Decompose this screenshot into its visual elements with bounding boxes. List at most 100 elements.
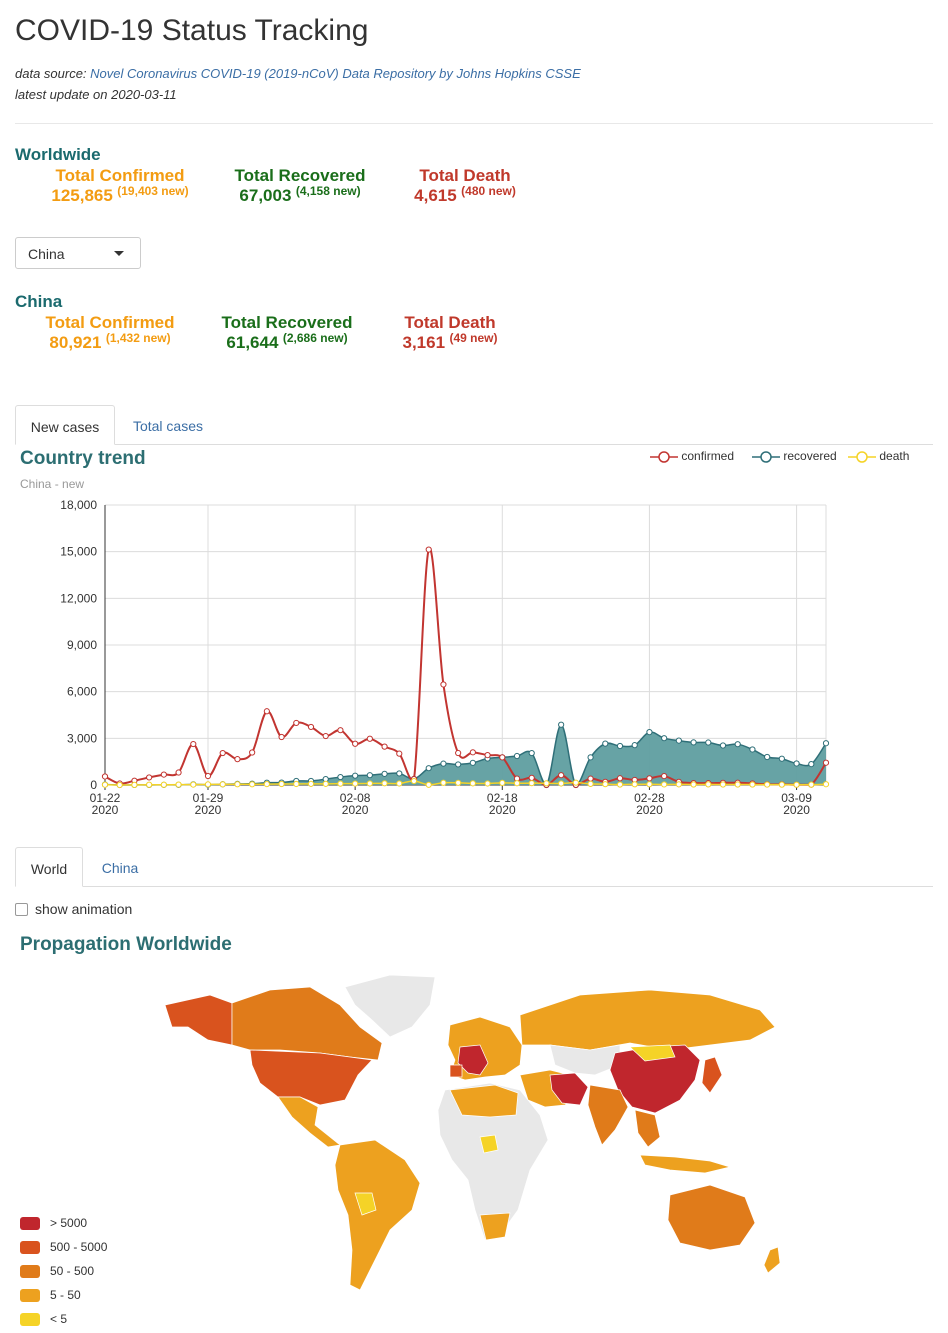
- tab-china[interactable]: China: [86, 847, 154, 887]
- death-point: [778, 781, 785, 788]
- map-region-central-asia[interactable]: [549, 1044, 621, 1076]
- legend-swatch: [20, 1241, 40, 1255]
- trend-chart: 03,0006,0009,00012,00015,00018,00001-222…: [60, 498, 830, 817]
- map-region-spain[interactable]: [449, 1064, 463, 1078]
- legend-confirmed[interactable]: confirmed: [650, 449, 734, 463]
- legend-recovered-marker: [752, 451, 780, 463]
- map-legend-label: 50 - 500: [50, 1264, 95, 1278]
- death-point: [661, 781, 668, 788]
- legend-recovered[interactable]: recovered: [752, 449, 837, 463]
- map-legend-label: > 5000: [50, 1216, 88, 1230]
- country-heading: China: [15, 292, 63, 311]
- world-map[interactable]: [150, 965, 790, 1310]
- country-select[interactable]: China: [15, 237, 141, 269]
- recovered-point: [381, 770, 388, 777]
- recovered-point: [425, 765, 432, 772]
- recovered-label: Total Recovered: [221, 313, 353, 332]
- legend-death[interactable]: death: [848, 449, 909, 463]
- death-point: [558, 780, 565, 787]
- death-point: [307, 780, 315, 787]
- death-point: [690, 781, 697, 788]
- confirmed-point: [366, 735, 373, 742]
- y-tick-label: 15,000: [60, 545, 97, 559]
- confirmed-point: [616, 775, 624, 782]
- death-point: [410, 777, 418, 785]
- map-legend-item[interactable]: < 5: [20, 1312, 68, 1327]
- recovered-point: [513, 752, 521, 760]
- confirmed-point: [440, 681, 447, 688]
- map-legend-item[interactable]: 5 - 50: [20, 1288, 81, 1303]
- recovered-point: [690, 739, 697, 746]
- map-region-alaska[interactable]: [164, 994, 233, 1046]
- death-point: [425, 781, 432, 788]
- map-region-new-zealand[interactable]: [763, 1246, 781, 1274]
- y-tick-label: 9,000: [67, 638, 97, 652]
- recovered-new: (2,686 new): [282, 331, 348, 345]
- map-legend-item[interactable]: > 5000: [20, 1216, 88, 1231]
- legend-swatch: [20, 1265, 40, 1279]
- confirmed-point: [484, 752, 491, 759]
- recovered-new: (4,158 new): [295, 184, 361, 198]
- confirmed-point: [278, 733, 285, 741]
- y-tick-label: 18,000: [60, 498, 97, 512]
- death-point: [734, 781, 741, 788]
- death-point: [616, 781, 624, 788]
- confirmed-point: [175, 769, 182, 776]
- death-point: [204, 781, 212, 788]
- legend-death-marker: [848, 451, 876, 463]
- y-tick-label: 3,000: [67, 731, 97, 745]
- recovered-point: [749, 746, 756, 753]
- tab-world[interactable]: World: [15, 847, 83, 887]
- death-value: 3,161: [402, 333, 446, 352]
- map-region-southeast-asia[interactable]: [634, 1109, 661, 1148]
- map-region-indonesia[interactable]: [639, 1154, 732, 1174]
- data-source-link[interactable]: Novel Coronavirus COVID-19 (2019-nCoV) D…: [90, 66, 581, 81]
- death-point: [793, 781, 800, 788]
- map-legend-label: < 5: [50, 1312, 68, 1326]
- map-legend-item[interactable]: 50 - 500: [20, 1264, 95, 1279]
- confirmed-value: 125,865: [51, 186, 113, 205]
- map-legend-item[interactable]: 500 - 5000: [20, 1240, 107, 1255]
- death-point: [719, 781, 727, 788]
- recovered-point: [602, 740, 609, 747]
- confirmed-new: (19,403 new): [117, 184, 189, 198]
- confirmed-point: [234, 756, 241, 763]
- map-region-australia[interactable]: [667, 1184, 756, 1251]
- x-tick-year: 2020: [636, 803, 663, 817]
- map-region-india[interactable]: [587, 1084, 629, 1146]
- recovered-point: [778, 755, 785, 762]
- recovered-point: [396, 770, 403, 777]
- confirmed-point: [455, 749, 462, 757]
- tab-new-cases[interactable]: New cases: [15, 405, 115, 445]
- death-point: [455, 779, 462, 786]
- death-point: [513, 780, 521, 787]
- map-region-usa[interactable]: [249, 1049, 373, 1106]
- map-region-russia[interactable]: [519, 989, 776, 1051]
- y-tick-label: 6,000: [67, 685, 97, 699]
- tab-total-cases[interactable]: Total cases: [118, 405, 218, 445]
- confirmed-point: [101, 773, 109, 780]
- death-point: [234, 781, 241, 788]
- y-tick-label: 0: [90, 778, 97, 792]
- country-death-stat: Total Death 3,161 (49 new): [380, 313, 520, 353]
- legend-swatch: [20, 1217, 40, 1231]
- show-animation-checkbox[interactable]: [15, 903, 28, 916]
- data-source-line: data source: Novel Coronavirus COVID-19 …: [15, 66, 581, 81]
- recovered-point: [440, 760, 447, 767]
- confirmed-point: [381, 743, 388, 750]
- death-point: [381, 780, 388, 787]
- confirmed-point: [307, 723, 315, 731]
- death-point: [219, 781, 226, 788]
- recovered-point: [528, 749, 535, 757]
- x-tick-year: 2020: [92, 803, 119, 817]
- confirmed-point: [337, 727, 344, 734]
- recovered-point: [587, 754, 594, 761]
- map-region-south-america[interactable]: [334, 1139, 421, 1291]
- recovered-point: [352, 772, 359, 779]
- death-point: [263, 781, 270, 788]
- map-region-japan[interactable]: [701, 1056, 723, 1094]
- death-point: [146, 781, 153, 788]
- death-point: [396, 780, 403, 787]
- recovered-point: [764, 753, 771, 761]
- map-region-mexico[interactable]: [277, 1096, 341, 1148]
